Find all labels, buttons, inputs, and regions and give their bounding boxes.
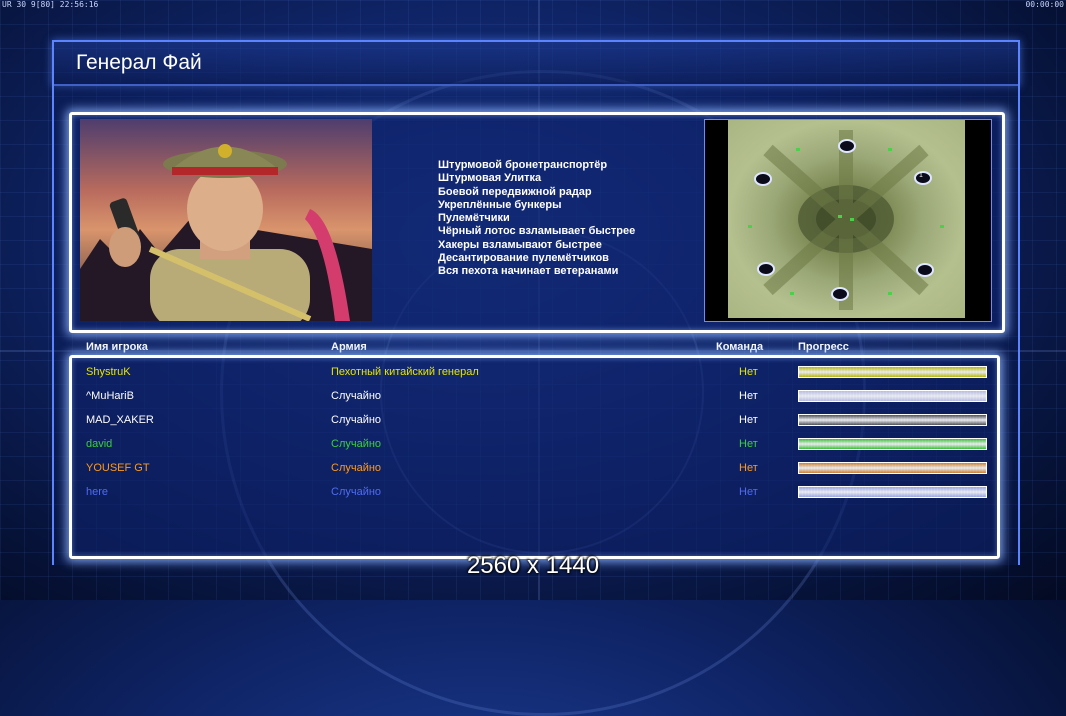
player-army: Случайно	[331, 438, 382, 450]
player-army: Случайно	[331, 390, 382, 402]
unit-item: Штурмовой бронетранспортёр	[438, 159, 608, 171]
table-row: MAD_XAKER Случайно Нет	[0, 410, 1066, 430]
column-header-team: Команда	[716, 341, 764, 353]
minimap: 1	[728, 120, 965, 318]
player-name: YOUSEF GT	[86, 462, 150, 474]
unit-item: Чёрный лотос взламывает быстрее	[438, 225, 636, 238]
progress-bar	[798, 462, 987, 474]
progress-bar-fill	[799, 367, 986, 377]
progress-bar	[798, 390, 987, 402]
player-team: Нет	[739, 486, 758, 498]
unit-item: Укреплённые бункеры	[438, 198, 562, 211]
minimap-base-northeast: 1	[914, 171, 932, 185]
player-team: Нет	[739, 390, 758, 402]
player-name: here	[86, 486, 109, 498]
table-row: YOUSEF GT Случайно Нет	[0, 458, 1066, 478]
progress-bar-fill	[799, 487, 986, 497]
progress-bar	[798, 366, 987, 378]
player-name: MAD_XAKER	[86, 414, 154, 426]
progress-bar-fill	[799, 391, 986, 401]
minimap-base-south	[831, 287, 849, 301]
resolution-overlay: 2560 x 1440	[466, 552, 600, 579]
progress-bar-fill	[799, 463, 986, 473]
unit-item: Пулемётчики	[438, 212, 510, 225]
table-row: here Случайно Нет	[0, 482, 1066, 502]
player-team: Нет	[739, 366, 758, 378]
column-header-player: Имя игрока	[86, 341, 148, 353]
table-row: david Случайно Нет	[0, 434, 1066, 454]
table-row: ShystruK Пехотный китайский генерал Нет	[0, 362, 1066, 382]
title-bar: Генерал Фай	[52, 40, 1020, 86]
progress-bar-fill	[799, 415, 986, 425]
general-portrait	[80, 119, 372, 321]
minimap-base-southwest	[757, 262, 775, 276]
player-name: ^MuHariB	[86, 390, 134, 402]
progress-bar	[798, 414, 987, 426]
progress-bar	[798, 486, 987, 498]
progress-bar	[798, 438, 987, 450]
player-name: ShystruK	[86, 366, 131, 378]
unit-item: Десантирование пулемётчиков	[438, 252, 609, 265]
unit-item: Хакеры взламывают быстрее	[438, 238, 602, 251]
hud-status-left: UR 30 9[80] 22:56:16	[2, 0, 99, 9]
minimap-base-north	[838, 139, 856, 153]
general-unit-list: Штурмовой бронетранспортёр Штурмовая Ули…	[438, 159, 635, 279]
unit-item: Боевой передвижной радар	[438, 185, 592, 198]
player-team: Нет	[739, 462, 758, 474]
player-army: Пехотный китайский генерал	[331, 366, 479, 378]
unit-item: Штурмовая Улитка	[438, 172, 542, 185]
column-header-army: Армия	[331, 341, 367, 353]
minimap-base-southeast	[916, 263, 934, 277]
minimap-player-marker: 1	[919, 172, 923, 179]
hud-clock-right: 00:00:00	[1025, 0, 1064, 9]
table-row: ^MuHariB Случайно Нет	[0, 386, 1066, 406]
player-team: Нет	[739, 414, 758, 426]
player-army: Случайно	[331, 486, 382, 498]
page-title: Генерал Фай	[76, 51, 202, 74]
player-army: Случайно	[331, 462, 382, 474]
column-header-progress: Прогресс	[798, 341, 849, 353]
progress-bar-fill	[799, 439, 986, 449]
minimap-base-northwest	[754, 172, 772, 186]
player-name: david	[86, 438, 113, 450]
unit-item: Вся пехота начинает ветеранами	[438, 265, 619, 278]
player-team: Нет	[739, 438, 758, 450]
player-army: Случайно	[331, 414, 382, 426]
